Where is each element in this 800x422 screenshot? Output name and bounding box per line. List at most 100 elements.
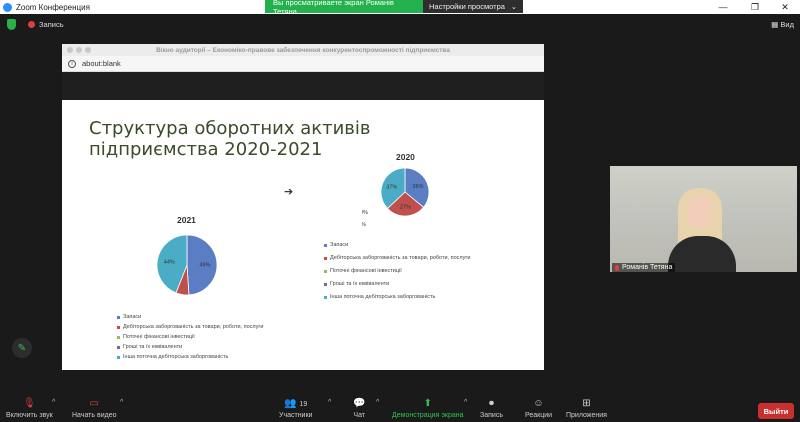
recording-label: Запись (39, 20, 64, 29)
view-options-button[interactable]: Настройки просмотра ⌄ (423, 0, 523, 13)
maximize-icon[interactable]: ❐ (740, 0, 770, 14)
share-screen-icon: ⬆ (423, 398, 432, 409)
recording-dot-icon (28, 21, 35, 28)
participants-icon: 👥 (284, 398, 297, 409)
legend-item: Запаси (324, 242, 470, 248)
meeting-toolbar: 🎙 Включить звук ^ ▭ Начать видео ^ 👥 19 … (0, 394, 800, 422)
participant-avatar (662, 182, 742, 272)
apps-label: Приложения (566, 412, 607, 419)
start-video-button[interactable]: ▭ Начать видео (72, 398, 116, 419)
start-video-label: Начать видео (72, 412, 117, 419)
address-bar: i about:blank (62, 56, 544, 72)
meeting-info-row: Запись ▦ Вид (0, 16, 800, 34)
slide-title-line2: підприємства 2020-2021 (89, 139, 323, 160)
pie-data-label: 44% (164, 260, 175, 266)
participants-label: Участники (279, 412, 313, 419)
video-off-icon: ▭ (89, 398, 99, 409)
share-options-caret[interactable]: ^ (464, 399, 467, 406)
annotate-pencil-icon[interactable]: ✎ (12, 338, 32, 358)
share-screen-button[interactable]: ⬆ Демонстрация экрана (392, 398, 464, 419)
view-label: Вид (780, 20, 794, 29)
participants-count: 19 (299, 401, 308, 408)
legend-label: Запаси (330, 242, 349, 248)
legend-item: Інша поточна дебіторська заборгованість (117, 354, 263, 360)
legend-swatch (117, 325, 120, 329)
share-banner: Вы просматриваете экран Романів Тетяна Н… (265, 0, 523, 16)
legend-item: Дебіторська заборгованість за товари, ро… (324, 255, 470, 261)
legend-item: Інша поточна дебіторська заборгованість (324, 294, 470, 300)
reactions-button[interactable]: ☺ Реакции (525, 398, 552, 419)
chart-2021-title: 2021 (177, 215, 196, 225)
pie-data-label: 37% (386, 184, 397, 190)
unmute-button[interactable]: 🎙 Включить звук (6, 398, 53, 419)
video-options-caret[interactable]: ^ (120, 399, 123, 406)
legend-swatch (324, 282, 327, 286)
slide-title: Структура оборотних активів підприємства… (89, 118, 371, 160)
browser-titlebar: Вікно аудиторії – Економіко-правове забе… (62, 44, 544, 56)
muted-microphone-icon: 🎙 (22, 398, 36, 409)
legend-label: Дебіторська заборгованість за товари, ро… (330, 255, 471, 261)
legend-swatch (324, 243, 327, 247)
zoom-logo-icon (3, 2, 12, 12)
legend-swatch (117, 345, 120, 349)
legend-item: Гроші та їх еквіваленти (117, 344, 263, 350)
legend-swatch (324, 269, 327, 273)
pie-data-label: 36% (413, 184, 424, 190)
legend-label: Інша поточна дебіторська заборгованість (123, 354, 229, 360)
legend-item: Поточні фінансові інвестиції (324, 268, 470, 274)
legend-label: Запаси (123, 314, 142, 320)
legend-swatch (117, 315, 120, 319)
share-screen-label: Демонстрация экрана (392, 412, 464, 419)
shared-browser-window: Вікно аудиторії – Економіко-правове забе… (62, 44, 544, 370)
minimize-icon[interactable]: — (708, 0, 738, 14)
window-title: Zoom Конференция (16, 2, 90, 12)
chart-2020-title: 2020 (396, 152, 415, 162)
legend-swatch (324, 295, 327, 299)
share-banner-message: Вы просматриваете экран Романів Тетяна (265, 0, 423, 16)
legend-label: Інша поточна дебіторська заборгованість (330, 294, 436, 300)
legend-item: Дебіторська заборгованість за товари, ро… (117, 324, 263, 330)
pie-data-label: 27% (400, 204, 411, 210)
legend-label: Дебіторська заборгованість за товари, ро… (123, 324, 264, 330)
chevron-down-icon: ⌄ (510, 2, 517, 11)
legend-label: Гроші та їх еквіваленти (123, 344, 183, 350)
close-icon[interactable]: ✕ (770, 0, 800, 14)
chat-label: Чат (353, 412, 366, 419)
browser-dark-band (62, 72, 544, 100)
pie-data-label: 0% (362, 210, 368, 216)
unmute-label: Включить звук (6, 412, 53, 419)
security-shield-icon[interactable] (7, 19, 16, 30)
slide-title-line1: Структура оборотних активів (89, 118, 371, 139)
leave-button[interactable]: Выйти (758, 403, 794, 419)
apps-button[interactable]: ⊞ Приложения (566, 398, 607, 419)
reactions-label: Реакции (525, 412, 553, 419)
record-button[interactable]: ⏺ Запись (480, 398, 503, 419)
legend-label: Гроші та їх еквіваленти (330, 281, 390, 287)
view-button[interactable]: ▦ Вид (771, 20, 794, 29)
legend-2021: Запаси Дебіторська заборгованість за това… (117, 314, 263, 364)
pie-data-label: 0% (362, 222, 366, 228)
audio-options-caret[interactable]: ^ (52, 399, 55, 406)
legend-2020: Запаси Дебіторська заборгованість за това… (324, 242, 470, 307)
record-label: Запись (480, 412, 503, 419)
reactions-icon: ☺ (533, 398, 544, 409)
url-text: about:blank (82, 59, 121, 68)
participant-video[interactable]: Романів Тетяна (610, 166, 797, 272)
legend-swatch (117, 335, 120, 339)
chat-icon: 💬 (353, 398, 366, 409)
participant-name-tag: Романів Тетяна (612, 263, 676, 272)
muted-mic-icon (615, 264, 619, 271)
participants-button[interactable]: 👥 19 Участники (279, 398, 312, 419)
participants-options-caret[interactable]: ^ (328, 399, 331, 406)
view-options-label: Настройки просмотра (429, 2, 505, 11)
chat-button[interactable]: 💬 Чат (353, 398, 365, 419)
pie-chart-2020: 36% 27% 37% 0% 0% (362, 167, 430, 228)
info-icon: i (68, 59, 76, 68)
browser-window-title: Вікно аудиторії – Економіко-правове забе… (156, 46, 450, 54)
arrow-icon: ➔ (284, 186, 294, 198)
legend-label: Поточні фінансові інвестиції (123, 334, 195, 340)
record-icon: ⏺ (488, 398, 494, 409)
chat-options-caret[interactable]: ^ (376, 399, 379, 406)
pie-chart-2021: 49%44%0%0% (147, 234, 218, 305)
participant-name: Романів Тетяна (622, 264, 673, 271)
